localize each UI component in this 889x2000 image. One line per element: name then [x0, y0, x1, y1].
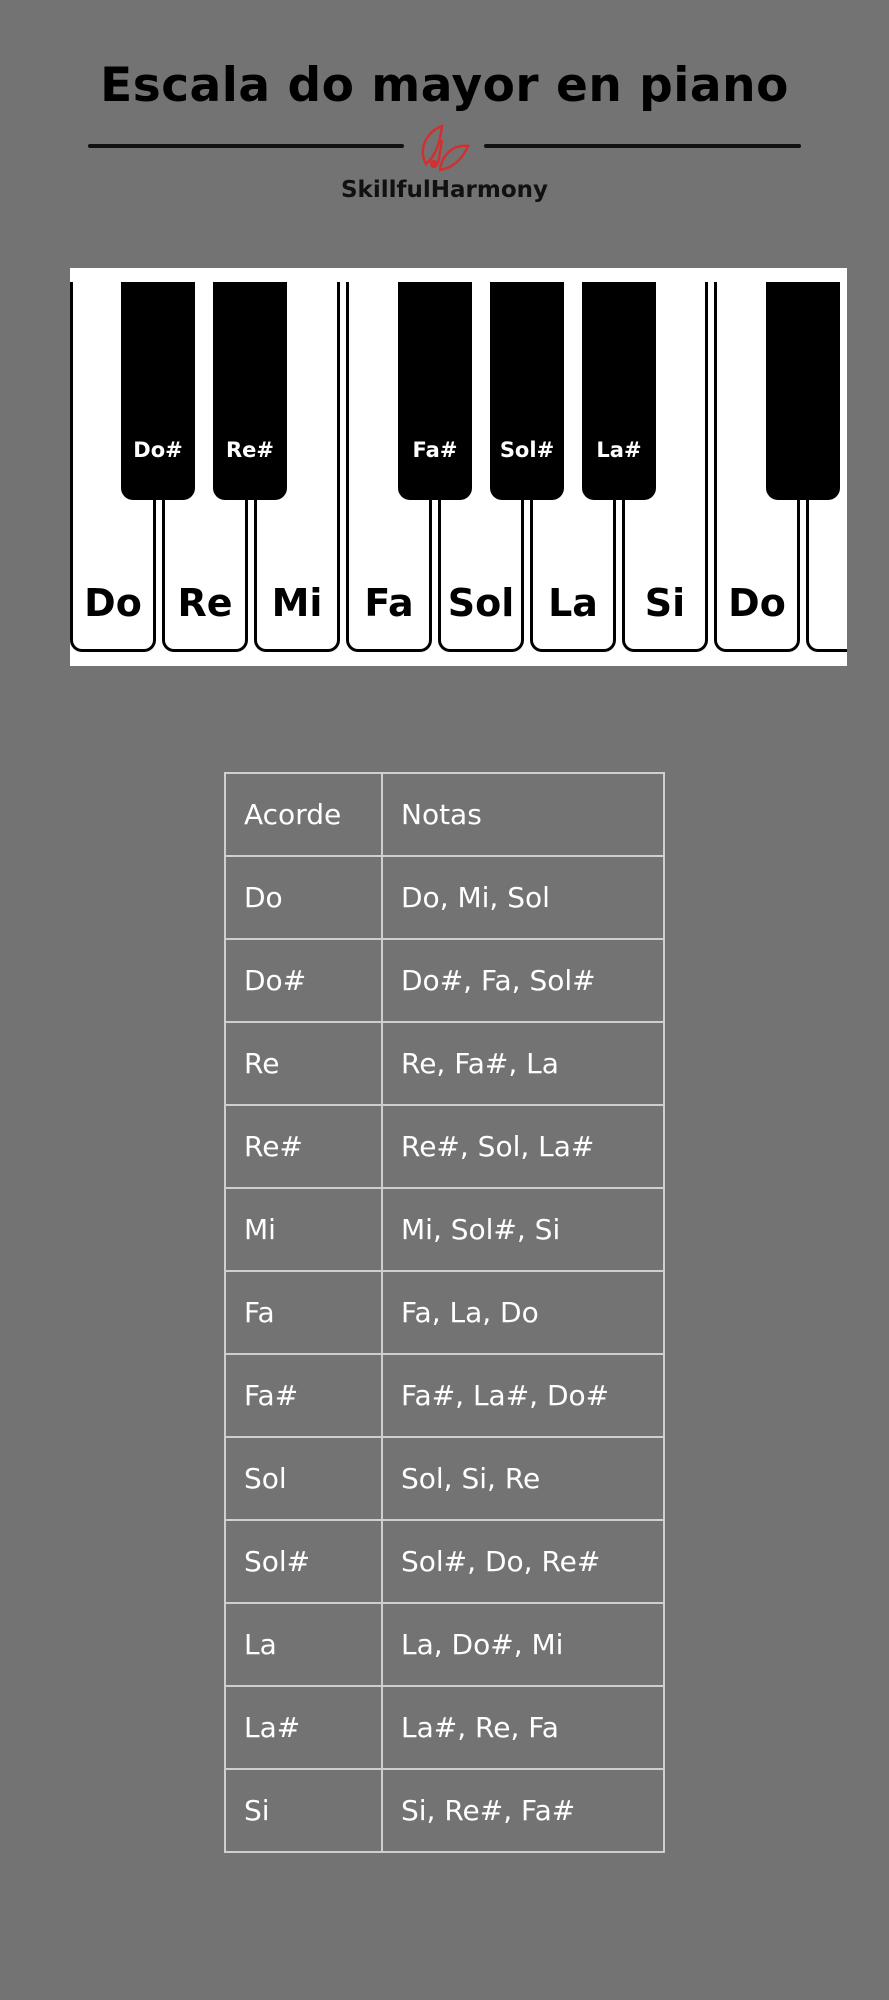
- table-row: Re Re, Fa#, La: [224, 1021, 665, 1106]
- chord-cell: La: [224, 1602, 383, 1687]
- black-key: Fa#: [398, 282, 472, 500]
- black-key: La#: [582, 282, 656, 500]
- table-row: Fa# Fa#, La#, Do#: [224, 1353, 665, 1438]
- table-row: La# La#, Re, Fa: [224, 1685, 665, 1770]
- header-cell: Notas: [381, 772, 665, 857]
- notes-cell: Fa, La, Do: [381, 1270, 665, 1355]
- black-key-label: La#: [596, 438, 642, 462]
- table-row: Do# Do#, Fa, Sol#: [224, 938, 665, 1023]
- notes-cell: Sol, Si, Re: [381, 1436, 665, 1521]
- chord-cell: Fa#: [224, 1353, 383, 1438]
- page-title: Escala do mayor en piano: [100, 58, 789, 113]
- chord-cell: La#: [224, 1685, 383, 1770]
- black-key: Re#: [213, 282, 287, 500]
- table-row: Fa Fa, La, Do: [224, 1270, 665, 1355]
- chord-cell: Si: [224, 1768, 383, 1853]
- notes-cell: La, Do#, Mi: [381, 1602, 665, 1687]
- white-key-label: La: [548, 581, 598, 625]
- divider-right: [484, 144, 801, 148]
- notes-cell: Sol#, Do, Re#: [381, 1519, 665, 1604]
- chord-cell: Sol#: [224, 1519, 383, 1604]
- black-key: [766, 282, 840, 500]
- chord-cell: Do#: [224, 938, 383, 1023]
- chord-cell: Re: [224, 1021, 383, 1106]
- chord-cell: Re#: [224, 1104, 383, 1189]
- white-key-label: Fa: [364, 581, 414, 625]
- piano-keyboard: Do Re Mi Fa Sol La Si Do Do# Re# Fa# Sol…: [70, 268, 847, 666]
- chord-cell: Sol: [224, 1436, 383, 1521]
- white-key-label: Mi: [271, 581, 323, 625]
- brand-name: SkillfulHarmony: [340, 177, 549, 203]
- notes-cell: La#, Re, Fa: [381, 1685, 665, 1770]
- header-cell: Acorde: [224, 772, 383, 857]
- notes-cell: Do#, Fa, Sol#: [381, 938, 665, 1023]
- white-key-label: Do: [728, 581, 786, 625]
- black-key-label: Re#: [225, 438, 274, 462]
- music-leaf-icon: [421, 124, 470, 172]
- black-key-label: Do#: [133, 438, 183, 462]
- divider-left: [88, 144, 404, 148]
- table-row: Si Si, Re#, Fa#: [224, 1768, 665, 1853]
- table-row: Sol# Sol#, Do, Re#: [224, 1519, 665, 1604]
- notes-cell: Si, Re#, Fa#: [381, 1768, 665, 1853]
- notes-cell: Re, Fa#, La: [381, 1021, 665, 1106]
- white-key-label: Si: [644, 581, 686, 625]
- chord-cell: Do: [224, 855, 383, 940]
- table-row: La La, Do#, Mi: [224, 1602, 665, 1687]
- notes-cell: Mi, Sol#, Si: [381, 1187, 665, 1272]
- white-key-label: Do: [84, 581, 142, 625]
- chord-cell: Mi: [224, 1187, 383, 1272]
- black-key: Do#: [121, 282, 195, 500]
- white-key-label: Sol: [447, 581, 515, 625]
- notes-cell: Fa#, La#, Do#: [381, 1353, 665, 1438]
- white-key-label: Re: [177, 581, 233, 625]
- chord-table: Acorde Notas Do Do, Mi, Sol Do# Do#, Fa, S…: [224, 772, 665, 1853]
- table-header-row: Acorde Notas: [224, 772, 665, 857]
- notes-cell: Do, Mi, Sol: [381, 855, 665, 940]
- black-key-label: Sol#: [499, 438, 555, 462]
- chord-cell: Fa: [224, 1270, 383, 1355]
- black-key: Sol#: [490, 282, 564, 500]
- table-row: Re# Re#, Sol, La#: [224, 1104, 665, 1189]
- table-row: Sol Sol, Si, Re: [224, 1436, 665, 1521]
- notes-cell: Re#, Sol, La#: [381, 1104, 665, 1189]
- black-key-label: Fa#: [412, 438, 458, 462]
- table-row: Do Do, Mi, Sol: [224, 855, 665, 940]
- table-row: Mi Mi, Sol#, Si: [224, 1187, 665, 1272]
